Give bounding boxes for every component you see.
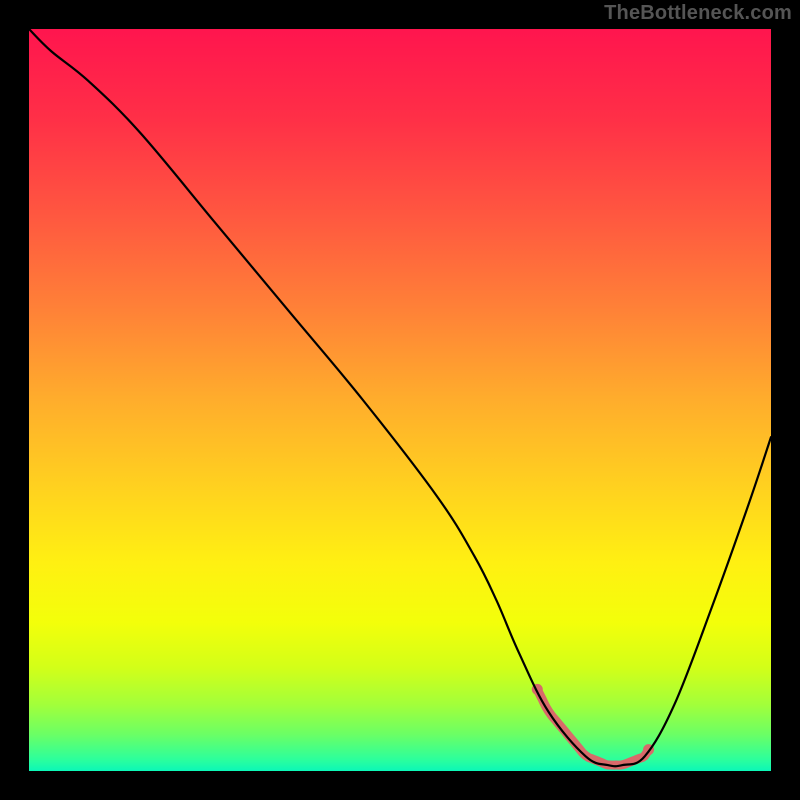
bottleneck-curve bbox=[29, 29, 771, 766]
chart-curve-layer bbox=[29, 29, 771, 771]
valley-highlight-segment bbox=[537, 689, 648, 765]
watermark-text: TheBottleneck.com bbox=[604, 2, 792, 25]
chart-plot-area bbox=[29, 29, 771, 771]
